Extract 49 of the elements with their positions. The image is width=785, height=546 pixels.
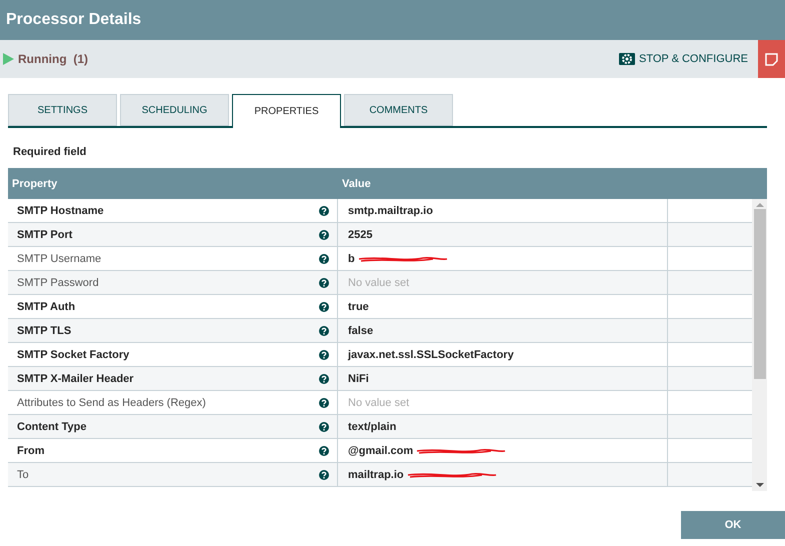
property-name: Attributes to Send as Headers (Regex): [17, 396, 207, 408]
property-value[interactable]: NiFi: [348, 372, 369, 384]
tab[interactable]: SCHEDULING: [120, 94, 229, 126]
help-icon[interactable]: [319, 374, 329, 384]
property-value[interactable]: 2525: [348, 228, 372, 240]
help-icon[interactable]: [319, 398, 329, 408]
property-value[interactable]: mailtrap.io: [348, 468, 404, 480]
property-value[interactable]: javax.net.ssl.SSLSocketFactory: [348, 348, 514, 360]
help-icon[interactable]: [319, 278, 329, 288]
required-field-legend: Required field: [13, 146, 785, 158]
help-icon[interactable]: [319, 206, 329, 216]
tab[interactable]: PROPERTIES: [232, 94, 341, 128]
property-value[interactable]: false: [348, 324, 374, 336]
property-name: SMTP Username: [17, 252, 102, 264]
scroll-down-icon[interactable]: [756, 483, 764, 487]
help-icon[interactable]: [319, 446, 329, 456]
column-header: Value: [341, 178, 372, 190]
property-name: To: [17, 468, 30, 480]
help-icon[interactable]: [319, 470, 329, 480]
help-icon[interactable]: [319, 350, 329, 360]
property-value[interactable]: true: [348, 300, 369, 312]
help-icon[interactable]: [319, 422, 329, 432]
property-name: SMTP Socket Factory: [17, 348, 130, 360]
gear-icon: [618, 52, 635, 66]
property-value[interactable]: b: [348, 252, 355, 264]
property-name: Content Type: [17, 420, 88, 432]
property-value[interactable]: @gmail.com: [348, 444, 414, 456]
tab[interactable]: SETTINGS: [8, 94, 117, 126]
property-name: SMTP Auth: [17, 300, 76, 312]
property-name: SMTP Hostname: [17, 204, 105, 216]
column-header: Property: [11, 178, 58, 190]
property-value[interactable]: text/plain: [348, 420, 396, 432]
window-title: Processor Details: [6, 11, 142, 29]
help-icon[interactable]: [319, 254, 329, 264]
help-icon[interactable]: [319, 302, 329, 312]
property-name: SMTP Password: [17, 276, 100, 288]
help-icon[interactable]: [319, 230, 329, 240]
run-status: Running (1): [18, 52, 89, 66]
stop-configure-button[interactable]: STOP & CONFIGURE: [616, 50, 750, 68]
help-icon[interactable]: [319, 326, 329, 336]
property-name: SMTP TLS: [17, 324, 72, 336]
property-value[interactable]: smtp.mailtrap.io: [348, 204, 433, 216]
tab[interactable]: COMMENTS: [344, 94, 453, 126]
property-name: From: [17, 444, 46, 456]
property-name: SMTP X-Mailer Header: [17, 372, 135, 384]
property-name: SMTP Port: [17, 228, 74, 240]
scrollbar[interactable]: [752, 199, 767, 491]
note-icon: [765, 52, 778, 66]
bulletin-button[interactable]: [758, 40, 785, 78]
